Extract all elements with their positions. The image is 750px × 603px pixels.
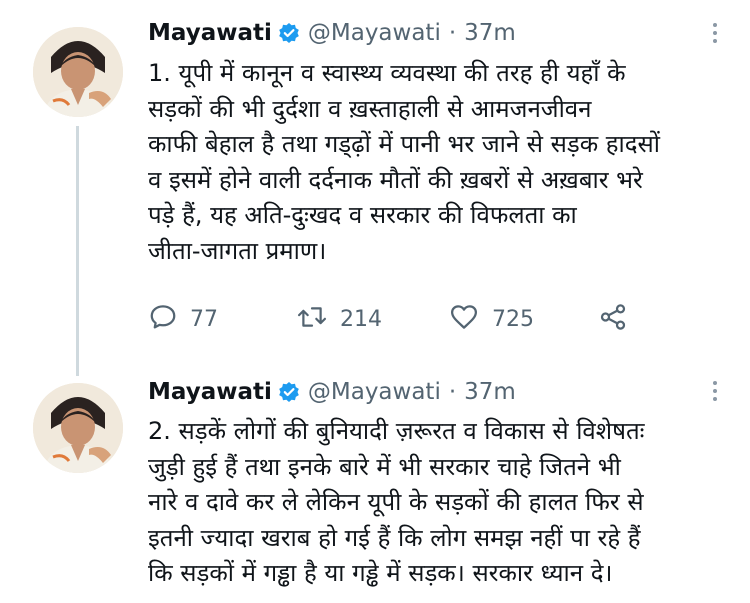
retweet-count: 214 bbox=[340, 306, 382, 332]
tweet-1[interactable]: Mayawati @Mayawati · 37m 1. यूपी में कान… bbox=[0, 0, 750, 376]
tweet-text: 2. सड़कें लोगों की बुनियादी ज़रूरत व विक… bbox=[148, 417, 645, 587]
like-icon bbox=[448, 302, 480, 336]
like-count: 725 bbox=[492, 306, 534, 332]
tweet-actions: 77 214 725 bbox=[148, 299, 628, 339]
thread-connector-line bbox=[76, 126, 79, 376]
tweet-timestamp[interactable]: 37m bbox=[464, 20, 516, 46]
reply-count: 77 bbox=[190, 306, 218, 332]
author-handle[interactable]: @Mayawati bbox=[308, 379, 441, 405]
more-options-icon[interactable] bbox=[705, 376, 725, 406]
author-handle[interactable]: @Mayawati bbox=[308, 20, 441, 46]
share-button[interactable] bbox=[598, 299, 628, 339]
avatar[interactable] bbox=[33, 383, 123, 473]
author-name[interactable]: Mayawati bbox=[148, 20, 272, 46]
tweet-text: 1. यूपी में कानून व स्वास्थ्य व्यवस्था क… bbox=[148, 59, 660, 265]
author-name[interactable]: Mayawati bbox=[148, 379, 272, 405]
reply-button[interactable]: 77 bbox=[148, 299, 218, 339]
tweet-header: Mayawati @Mayawati · 37m bbox=[148, 373, 516, 411]
retweet-button[interactable]: 214 bbox=[296, 299, 382, 339]
avatar[interactable] bbox=[33, 27, 123, 117]
verified-badge-icon bbox=[278, 22, 300, 44]
reply-icon bbox=[148, 302, 178, 336]
header-separator: · bbox=[448, 379, 457, 405]
share-icon bbox=[598, 302, 628, 336]
retweet-icon bbox=[296, 302, 328, 336]
verified-badge-icon bbox=[278, 381, 300, 403]
tweet-header: Mayawati @Mayawati · 37m bbox=[148, 14, 516, 52]
like-button[interactable]: 725 bbox=[448, 299, 534, 339]
more-options-icon[interactable] bbox=[705, 18, 725, 48]
tweet-2[interactable]: Mayawati @Mayawati · 37m 2. सड़कें लोगों… bbox=[0, 370, 750, 603]
header-separator: · bbox=[448, 20, 457, 46]
tweet-timestamp[interactable]: 37m bbox=[464, 379, 516, 405]
